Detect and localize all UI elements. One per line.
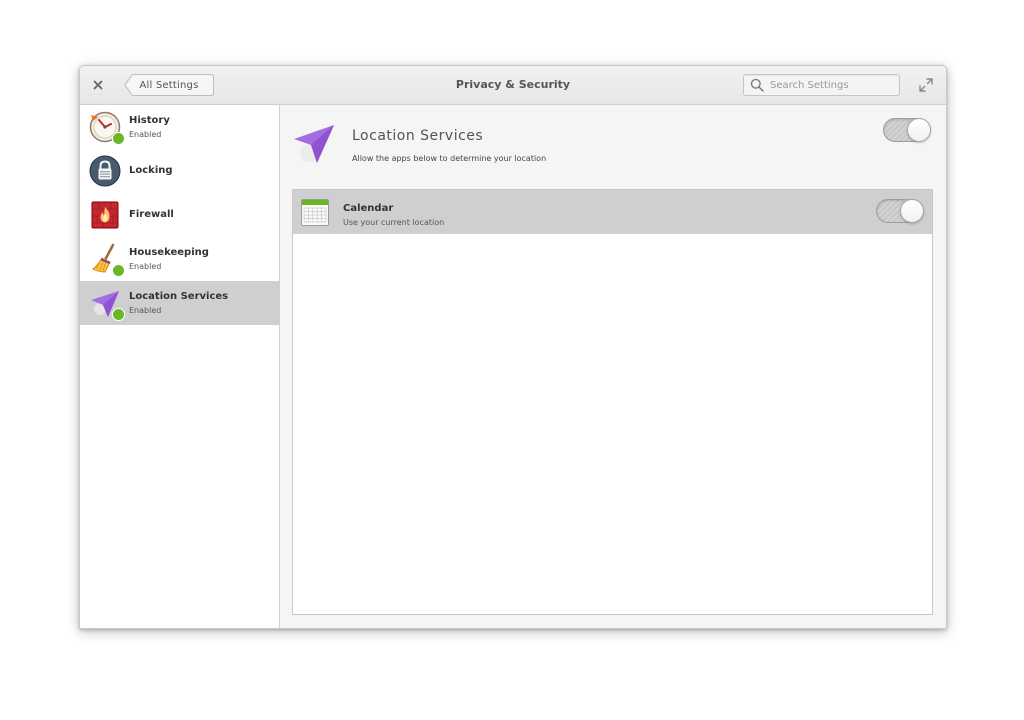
location-services-panel: Location Services Allow the apps below t… [280,105,946,628]
sidebar-item-label: History [129,114,170,126]
status-indicator [112,264,125,277]
switch-knob [907,118,931,142]
switch-knob [900,199,924,223]
calendar-location-switch[interactable] [876,199,924,223]
sidebar-item-status: Enabled [129,261,162,271]
sidebar-item-label: Location Services [129,290,229,302]
sidebar-item-location-services[interactable]: Location Services Enabled [80,281,279,325]
location-arrow-icon [294,125,334,163]
settings-window: All Settings Privacy & Security Search S… [79,65,947,629]
maximize-icon [919,78,933,92]
app-name: Calendar [343,203,394,214]
page-title: Location Services [352,128,484,144]
lock-icon [89,155,121,187]
sidebar-item-locking[interactable]: Locking [80,149,279,193]
header-bar: All Settings Privacy & Security [80,66,946,105]
back-button[interactable]: All Settings [124,74,214,96]
sidebar-item-housekeeping[interactable]: Housekeeping Enabled [80,237,279,281]
firewall-icon [91,201,119,229]
close-icon [93,80,103,90]
search-input[interactable] [770,79,890,91]
back-button-label: All Settings [139,79,199,91]
app-description: Use your current location [343,218,445,227]
location-services-switch[interactable] [883,118,931,142]
maximize-button[interactable] [918,77,934,93]
status-indicator [112,132,125,145]
sidebar-item-label: Housekeeping [129,246,209,258]
sidebar-item-label: Firewall [129,209,174,220]
search-icon [750,78,764,92]
sidebar-item-label: Locking [129,165,173,176]
search-field[interactable] [743,74,900,96]
calendar-icon [301,199,329,226]
sidebar-item-firewall[interactable]: Firewall [80,193,279,237]
list-item-calendar[interactable]: Calendar Use your current location [293,190,932,234]
status-indicator [112,308,125,321]
window-title: Privacy & Security [455,78,571,91]
sidebar-item-history[interactable]: History Enabled [80,105,279,149]
page-description: Allow the apps below to determine your l… [352,154,547,163]
app-list: Calendar Use your current location [292,189,933,615]
sidebar-item-status: Enabled [129,129,162,139]
sidebar-item-status: Enabled [129,305,162,315]
close-button[interactable] [88,75,108,95]
sidebar: History Enabled Locking Firewall Houseke… [80,105,280,628]
